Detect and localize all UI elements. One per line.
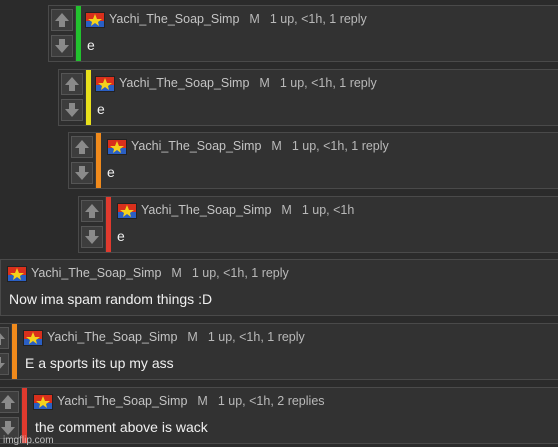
downvote-button[interactable] <box>51 35 73 57</box>
username-link[interactable]: Yachi_The_Soap_Simp <box>141 203 271 217</box>
comment-text: e <box>117 228 125 244</box>
comment: Yachi_The_Soap_Simp M 1 up, <1h, 1 reply N… <box>0 259 558 316</box>
upvote-button[interactable] <box>51 9 73 31</box>
comment-stats: 1 up, <1h <box>301 203 355 217</box>
user-avatar[interactable] <box>33 394 53 410</box>
arrow-down-icon <box>55 39 69 53</box>
arrow-up-icon <box>55 13 69 27</box>
user-avatar[interactable] <box>117 203 137 219</box>
user-avatar[interactable] <box>85 12 105 28</box>
watermark: imgflip.com <box>3 435 54 446</box>
arrow-down-icon <box>85 230 99 244</box>
comment-text: the comment above is wack <box>35 419 208 435</box>
comment-meta: Yachi_The_Soap_Simp M 1 up, <1h, 1 reply <box>47 330 305 344</box>
upvote-button[interactable] <box>0 327 9 349</box>
arrow-down-icon <box>65 103 79 117</box>
arrow-down-icon <box>75 166 89 180</box>
arrow-down-icon <box>0 357 5 369</box>
comment-stats: 1 up, <1h, 1 reply <box>269 12 367 26</box>
arrow-up-icon <box>85 204 99 218</box>
user-avatar[interactable] <box>95 76 115 92</box>
comment-meta: Yachi_The_Soap_Simp M 1 up, <1h <box>141 203 354 217</box>
comment: Yachi_The_Soap_Simp M 1 up, <1h, 1 reply e <box>68 132 558 189</box>
gender-badge: M <box>281 203 292 217</box>
comment-stats: 1 up, <1h, 1 reply <box>291 139 389 153</box>
comment: Yachi_The_Soap_Simp M 1 up, <1h, 1 reply e <box>58 69 558 126</box>
comment: Yachi_The_Soap_Simp M 1 up, <1h, 1 reply E… <box>0 323 558 380</box>
username-link[interactable]: Yachi_The_Soap_Simp <box>31 266 161 280</box>
arrow-up-icon <box>65 77 79 91</box>
comment-thread: Yachi_The_Soap_Simp M 1 up, <1h, 1 reply e… <box>0 0 558 447</box>
vote-controls <box>59 70 86 125</box>
gender-badge: M <box>259 76 270 90</box>
reply-depth-stripe <box>96 133 101 188</box>
reply-depth-stripe <box>12 324 17 379</box>
vote-controls <box>49 6 76 61</box>
comment-meta: Yachi_The_Soap_Simp M 1 up, <1h, 2 replies <box>57 394 325 408</box>
comment: Yachi_The_Soap_Simp M 1 up, <1h e <box>78 196 558 253</box>
comment-meta: Yachi_The_Soap_Simp M 1 up, <1h, 1 reply <box>109 12 367 26</box>
arrow-up-icon <box>1 395 15 409</box>
comment-meta: Yachi_The_Soap_Simp M 1 up, <1h, 1 reply <box>119 76 377 90</box>
username-link[interactable]: Yachi_The_Soap_Simp <box>119 76 249 90</box>
upvote-button[interactable] <box>71 136 93 158</box>
downvote-button[interactable] <box>71 162 93 184</box>
gender-badge: M <box>197 394 208 408</box>
upvote-button[interactable] <box>81 200 103 222</box>
gender-badge: M <box>249 12 260 26</box>
user-avatar[interactable] <box>107 139 127 155</box>
user-avatar[interactable] <box>23 330 43 346</box>
username-link[interactable]: Yachi_The_Soap_Simp <box>109 12 239 26</box>
reply-depth-stripe <box>106 197 111 252</box>
vote-controls <box>69 133 96 188</box>
gender-badge: M <box>171 266 182 280</box>
comment-stats: 1 up, <1h, 1 reply <box>279 76 377 90</box>
downvote-button[interactable] <box>81 226 103 248</box>
username-link[interactable]: Yachi_The_Soap_Simp <box>47 330 177 344</box>
comment: Yachi_The_Soap_Simp M 1 up, <1h, 2 replies… <box>0 387 558 444</box>
comment-text: E a sports its up my ass <box>25 355 174 371</box>
arrow-up-icon <box>75 140 89 154</box>
comment-text: e <box>107 164 115 180</box>
upvote-button[interactable] <box>61 73 83 95</box>
arrow-up-icon <box>0 333 5 345</box>
gender-badge: M <box>187 330 198 344</box>
username-link[interactable]: Yachi_The_Soap_Simp <box>131 139 261 153</box>
comment-text: Now ima spam random things :D <box>9 291 213 307</box>
comment-stats: 1 up, <1h, 1 reply <box>191 266 289 280</box>
comment-meta: Yachi_The_Soap_Simp M 1 up, <1h, 1 reply <box>131 139 389 153</box>
comment-stats: 1 up, <1h, 1 reply <box>207 330 305 344</box>
comment: Yachi_The_Soap_Simp M 1 up, <1h, 1 reply e <box>48 5 558 62</box>
username-link[interactable]: Yachi_The_Soap_Simp <box>57 394 187 408</box>
vote-controls <box>0 324 12 379</box>
user-avatar[interactable] <box>7 266 27 282</box>
upvote-button[interactable] <box>0 391 19 413</box>
comment-stats: 1 up, <1h, 2 replies <box>217 394 325 408</box>
comment-text: e <box>97 101 105 117</box>
gender-badge: M <box>271 139 282 153</box>
comment-meta: Yachi_The_Soap_Simp M 1 up, <1h, 1 reply <box>31 266 289 280</box>
reply-depth-stripe <box>86 70 91 125</box>
downvote-button[interactable] <box>61 99 83 121</box>
vote-controls <box>79 197 106 252</box>
comment-text: e <box>87 37 95 53</box>
downvote-button[interactable] <box>0 353 9 375</box>
reply-depth-stripe <box>76 6 81 61</box>
